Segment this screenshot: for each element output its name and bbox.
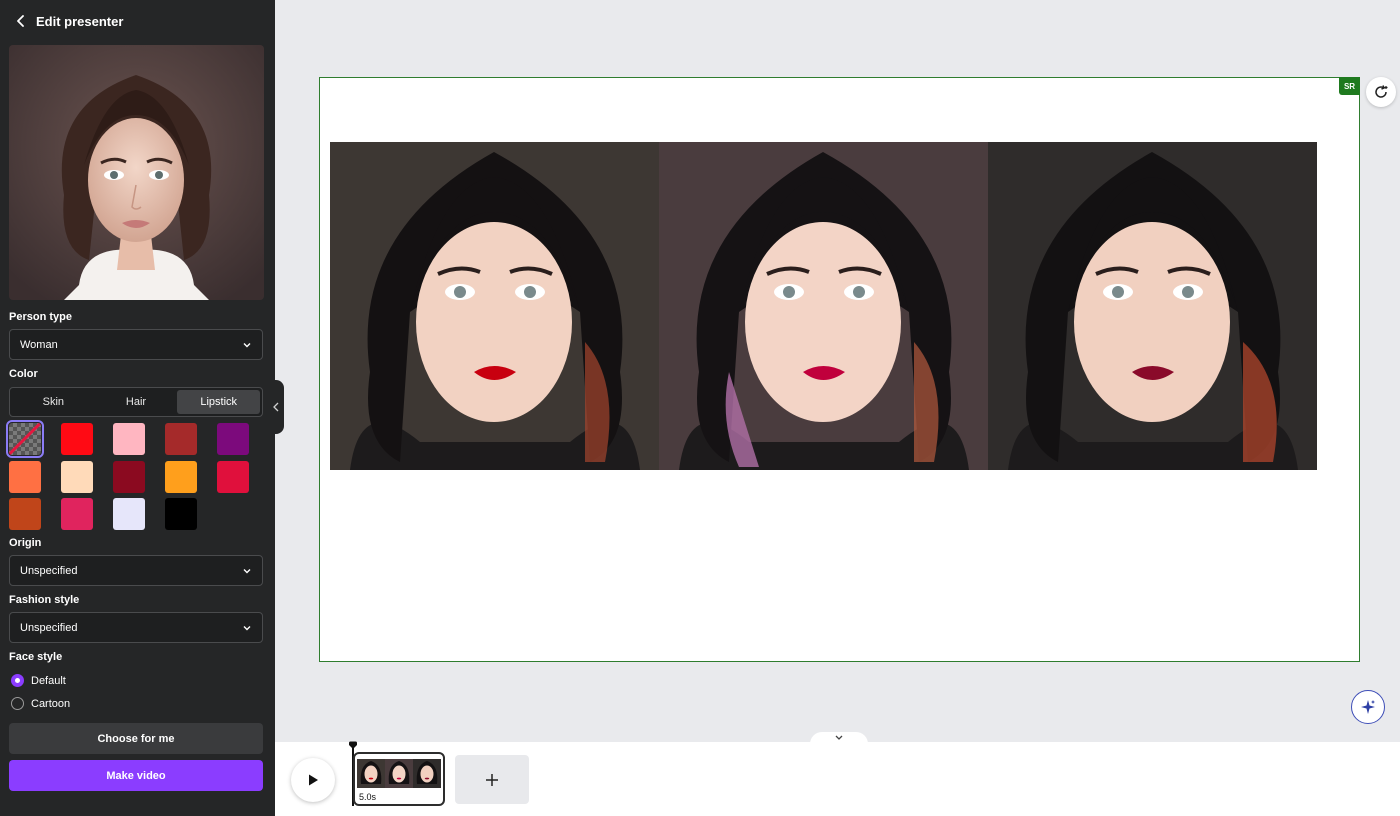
back-icon[interactable] [14, 14, 28, 28]
color-swatch[interactable] [113, 460, 145, 493]
fashion-style-label: Fashion style [9, 594, 80, 606]
panel-header: Edit presenter [0, 0, 275, 42]
clip-thumbnail-strip [357, 759, 441, 788]
color-swatch[interactable] [165, 460, 197, 493]
presenter-preview-image [9, 45, 264, 300]
playhead-handle[interactable] [348, 738, 358, 749]
sparkle-icon [1361, 700, 1375, 714]
color-swatch[interactable] [217, 423, 249, 455]
color-swatch[interactable] [9, 460, 41, 493]
magic-assistant-button[interactable] [1351, 690, 1385, 724]
clip-duration: 5.0s [359, 792, 377, 802]
origin-select[interactable]: Unspecified [9, 555, 263, 586]
face-style-label: Face style [9, 651, 63, 663]
person-type-label: Person type [9, 311, 72, 323]
collapse-panel-button[interactable] [268, 380, 284, 434]
color-swatch[interactable] [217, 460, 249, 493]
chevron-down-icon [243, 342, 251, 347]
tab-hair[interactable]: Hair [95, 390, 178, 414]
color-label: Color [9, 368, 38, 380]
color-swatch[interactable] [165, 498, 197, 530]
color-swatch[interactable] [61, 423, 93, 455]
portrait-image [659, 142, 988, 470]
clip-thumbnail [385, 759, 413, 788]
choose-for-me-button[interactable]: Choose for me [9, 723, 263, 754]
swatch-no-color[interactable] [6, 420, 44, 458]
radio-checked-icon [11, 674, 24, 687]
fashion-style-value: Unspecified [20, 621, 78, 634]
portrait-image [988, 142, 1317, 470]
color-swatch[interactable] [113, 498, 145, 530]
color-swatch[interactable] [61, 498, 93, 530]
clip-thumbnail [413, 759, 441, 788]
add-clip-button[interactable] [455, 755, 529, 804]
origin-value: Unspecified [20, 564, 78, 577]
tab-skin[interactable]: Skin [12, 390, 95, 414]
refresh-button[interactable] [1366, 77, 1396, 107]
chevron-left-icon [273, 402, 279, 412]
face-style-cartoon-label: Cartoon [31, 697, 71, 710]
clip-thumbnail [357, 759, 385, 788]
portrait-strip-image[interactable] [330, 142, 1317, 470]
color-swatch[interactable] [165, 423, 197, 455]
collaborator-badge: SR [1339, 77, 1360, 95]
origin-label: Origin [9, 537, 42, 549]
make-video-button[interactable]: Make video [9, 760, 263, 791]
person-type-value: Woman [20, 338, 58, 351]
panel-title: Edit presenter [36, 13, 124, 29]
design-page[interactable]: SR [319, 77, 1360, 662]
edit-presenter-panel: Edit presenter Person type Woman Color S… [0, 0, 275, 816]
timeline-toggle-button[interactable] [810, 732, 868, 744]
fashion-style-select[interactable]: Unspecified [9, 612, 263, 643]
plus-icon [486, 773, 498, 786]
tab-lipstick[interactable]: Lipstick [177, 390, 261, 414]
color-swatch[interactable] [61, 460, 93, 493]
chevron-down-icon [243, 625, 251, 630]
face-style-default-option[interactable]: Default [11, 674, 66, 687]
color-swatch[interactable] [9, 498, 41, 530]
face-style-default-label: Default [31, 674, 66, 687]
lipstick-swatches [6, 420, 259, 531]
play-icon [309, 774, 318, 786]
color-tabs: Skin Hair Lipstick [9, 387, 263, 417]
face-style-cartoon-option[interactable]: Cartoon [11, 697, 70, 710]
play-button[interactable] [291, 758, 335, 802]
timeline-clip[interactable]: 5.0s [353, 752, 445, 806]
radio-unchecked-icon [11, 697, 24, 710]
portrait-image [330, 142, 659, 470]
person-type-select[interactable]: Woman [9, 329, 263, 360]
chevron-down-icon [243, 568, 251, 573]
chevron-down-icon [835, 735, 843, 740]
color-swatch[interactable] [113, 423, 145, 455]
refresh-icon [1375, 85, 1388, 98]
